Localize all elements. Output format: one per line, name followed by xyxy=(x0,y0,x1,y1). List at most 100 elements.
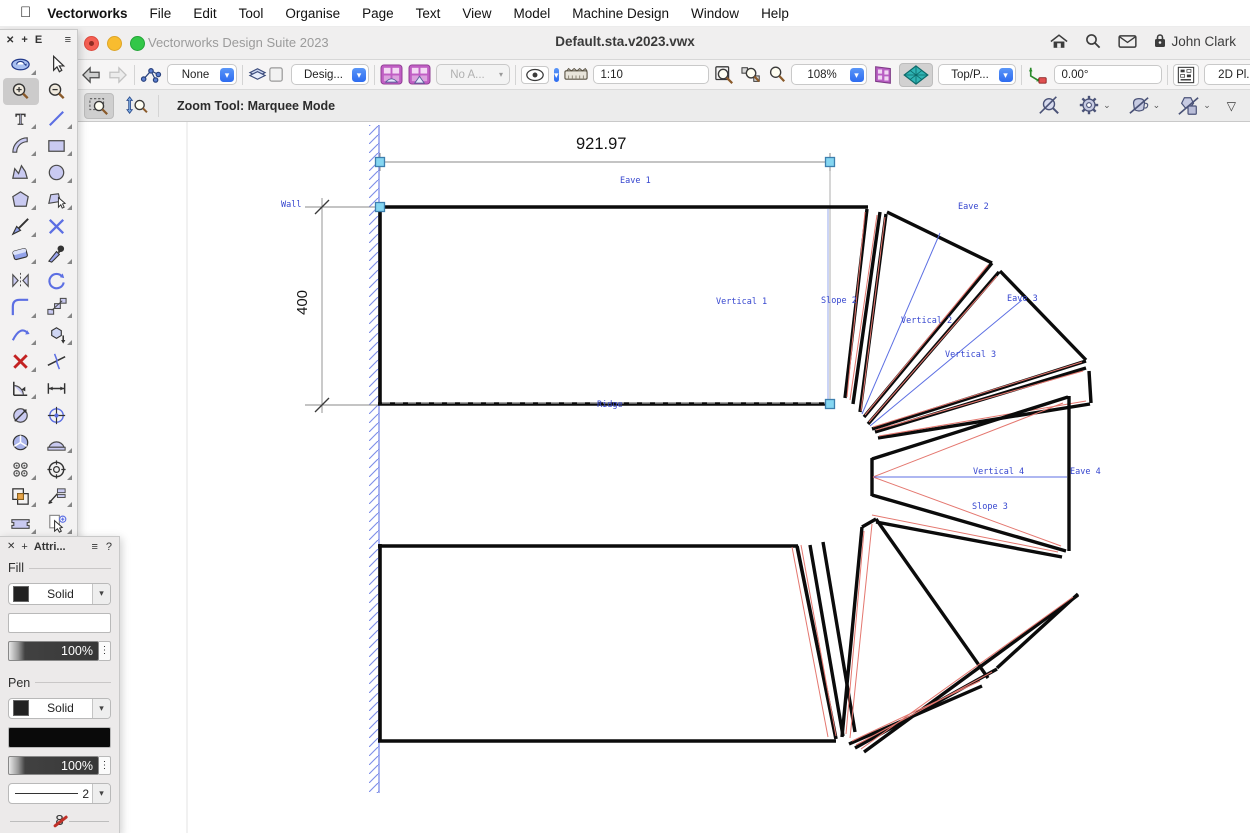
lower-panel-outline[interactable] xyxy=(378,544,836,741)
pen-opacity-menu-icon[interactable]: ⋮ xyxy=(99,756,111,776)
duplicate-tool[interactable] xyxy=(39,510,75,537)
crop-tool[interactable] xyxy=(3,483,39,510)
visibility-chevron-icon[interactable]: ▾ xyxy=(554,68,559,82)
rotate-tool[interactable] xyxy=(39,267,75,294)
oval-tool[interactable] xyxy=(39,159,75,186)
menu-item-edit[interactable]: Edit xyxy=(182,6,227,21)
home-icon[interactable] xyxy=(1050,34,1068,49)
selection-tool[interactable] xyxy=(39,51,75,78)
drawing-canvas[interactable]: 921.97 400 WallEave 1Vertical 1Slope 2Ri… xyxy=(0,122,1250,833)
freeform-tool[interactable] xyxy=(3,159,39,186)
text-tool[interactable]: T xyxy=(3,105,39,132)
settings-gear-icon[interactable]: ⌄ xyxy=(1077,94,1111,117)
protractor-tool[interactable] xyxy=(39,429,75,456)
mail-icon[interactable] xyxy=(1118,35,1137,48)
polygon-tool[interactable] xyxy=(3,186,39,213)
center-mark-tool[interactable] xyxy=(39,402,75,429)
pen-style-dropdown[interactable]: Solid ▾ xyxy=(8,698,111,720)
zoom-level-dropdown[interactable]: 108% ▾ xyxy=(791,64,867,85)
menu-item-machine-design[interactable]: Machine Design xyxy=(561,6,680,21)
target-tool[interactable] xyxy=(39,456,75,483)
visibility-icon[interactable] xyxy=(521,66,549,84)
menu-item-page[interactable]: Page xyxy=(351,6,405,21)
fit-page-zoom-icon[interactable] xyxy=(714,65,735,85)
palette-close-icon[interactable]: ✕ xyxy=(7,541,15,552)
diameter-tool[interactable] xyxy=(3,402,39,429)
zoom-out-tool[interactable] xyxy=(39,78,75,105)
extrude-tool[interactable] xyxy=(39,321,75,348)
line-weight-dropdown[interactable]: 2 ▾ xyxy=(8,783,111,804)
reshape-tool[interactable] xyxy=(39,186,75,213)
forward-button[interactable] xyxy=(107,66,129,84)
line-tool[interactable] xyxy=(39,105,75,132)
class-options-icon[interactable]: ⌄ xyxy=(1176,95,1211,117)
offset-tool[interactable] xyxy=(39,294,75,321)
interactive-zoom-mode-button[interactable] xyxy=(122,94,150,118)
working-plane-icon[interactable] xyxy=(899,63,933,87)
palette-menu-icon[interactable]: ≡ xyxy=(91,541,97,553)
zoom-icon[interactable] xyxy=(768,65,786,84)
apple-menu-icon[interactable]:  xyxy=(20,4,31,21)
arc-offset-tool[interactable] xyxy=(3,321,39,348)
menu-item-model[interactable]: Model xyxy=(502,6,561,21)
fit-objects-zoom-icon[interactable] xyxy=(740,65,763,85)
render-options-icon[interactable]: ⌄ xyxy=(1127,95,1161,116)
freehand-tool[interactable] xyxy=(3,213,39,240)
fill-style-dropdown[interactable]: Solid ▾ xyxy=(8,583,111,605)
line-marker-control[interactable]: 8 xyxy=(10,814,109,828)
menu-item-window[interactable]: Window xyxy=(680,6,750,21)
snap-loupe-icon[interactable] xyxy=(1037,95,1061,117)
layer-dropdown[interactable]: Desig... ▾ xyxy=(291,64,369,85)
eraser-tool[interactable] xyxy=(3,240,39,267)
radial-tool[interactable] xyxy=(3,429,39,456)
palette-help-icon[interactable]: ? xyxy=(106,541,112,553)
rotation-field[interactable]: 0.00° xyxy=(1054,65,1162,84)
fill-opacity-control[interactable]: 100% ⋮ xyxy=(8,641,111,661)
width-dimension[interactable] xyxy=(380,153,830,402)
fillet-tool[interactable] xyxy=(3,294,39,321)
saved-view-2-icon[interactable] xyxy=(408,64,431,85)
eyedropper-tool[interactable] xyxy=(39,240,75,267)
palette-add-icon[interactable]: + xyxy=(21,541,27,553)
delete-vertex-tool[interactable] xyxy=(39,213,75,240)
user-account[interactable]: John Clark xyxy=(1154,34,1236,49)
fill-color-swatch[interactable] xyxy=(8,613,111,634)
layer-scale-icon[interactable] xyxy=(564,67,588,83)
arc-tool[interactable] xyxy=(3,132,39,159)
search-icon[interactable] xyxy=(1085,33,1101,49)
pattern-tool[interactable] xyxy=(3,456,39,483)
fill-opacity-menu-icon[interactable]: ⋮ xyxy=(99,641,111,661)
height-dimension[interactable] xyxy=(305,198,378,413)
split-tool[interactable] xyxy=(39,348,75,375)
rectangle-tool[interactable] xyxy=(39,132,75,159)
active-symbol-dropdown[interactable]: No A... ▾ xyxy=(436,64,510,85)
menu-item-vectorworks[interactable]: Vectorworks xyxy=(39,6,138,21)
navigation-graph-icon[interactable] xyxy=(140,66,162,83)
menu-item-tool[interactable]: Tool xyxy=(228,6,275,21)
selection-handles[interactable] xyxy=(376,158,835,409)
dimension-tool[interactable] xyxy=(39,375,75,402)
marquee-zoom-mode-button[interactable] xyxy=(84,93,114,119)
upper-fan-panels[interactable] xyxy=(845,209,1091,438)
titleblock-tool[interactable] xyxy=(3,510,39,537)
wall-line[interactable] xyxy=(369,125,379,793)
palette-add-icon[interactable]: + xyxy=(21,34,27,46)
menu-item-help[interactable]: Help xyxy=(750,6,800,21)
flyover-tool[interactable] xyxy=(3,51,39,78)
zoom-in-tool[interactable] xyxy=(3,78,39,105)
viewports-icon[interactable] xyxy=(872,64,894,86)
lower-fan-panels[interactable] xyxy=(792,515,1078,752)
menu-item-file[interactable]: File xyxy=(139,6,183,21)
view-dropdown[interactable]: Top/P... ▾ xyxy=(938,64,1016,85)
palette-close-icon[interactable]: ✕ xyxy=(6,35,14,46)
plane-mode-dropdown[interactable]: 2D Pl... ▾ xyxy=(1204,64,1250,85)
menu-item-organise[interactable]: Organise xyxy=(274,6,351,21)
pen-color-swatch[interactable] xyxy=(8,727,111,748)
palette-menu-icon[interactable]: ≡ xyxy=(65,34,71,46)
mirror-tool[interactable] xyxy=(3,267,39,294)
trim-tool[interactable] xyxy=(3,348,39,375)
rotation-axes-icon[interactable] xyxy=(1027,65,1049,85)
class-dropdown[interactable]: None ▾ xyxy=(167,64,237,85)
back-button[interactable] xyxy=(80,66,102,84)
saved-view-1-icon[interactable] xyxy=(380,64,403,85)
